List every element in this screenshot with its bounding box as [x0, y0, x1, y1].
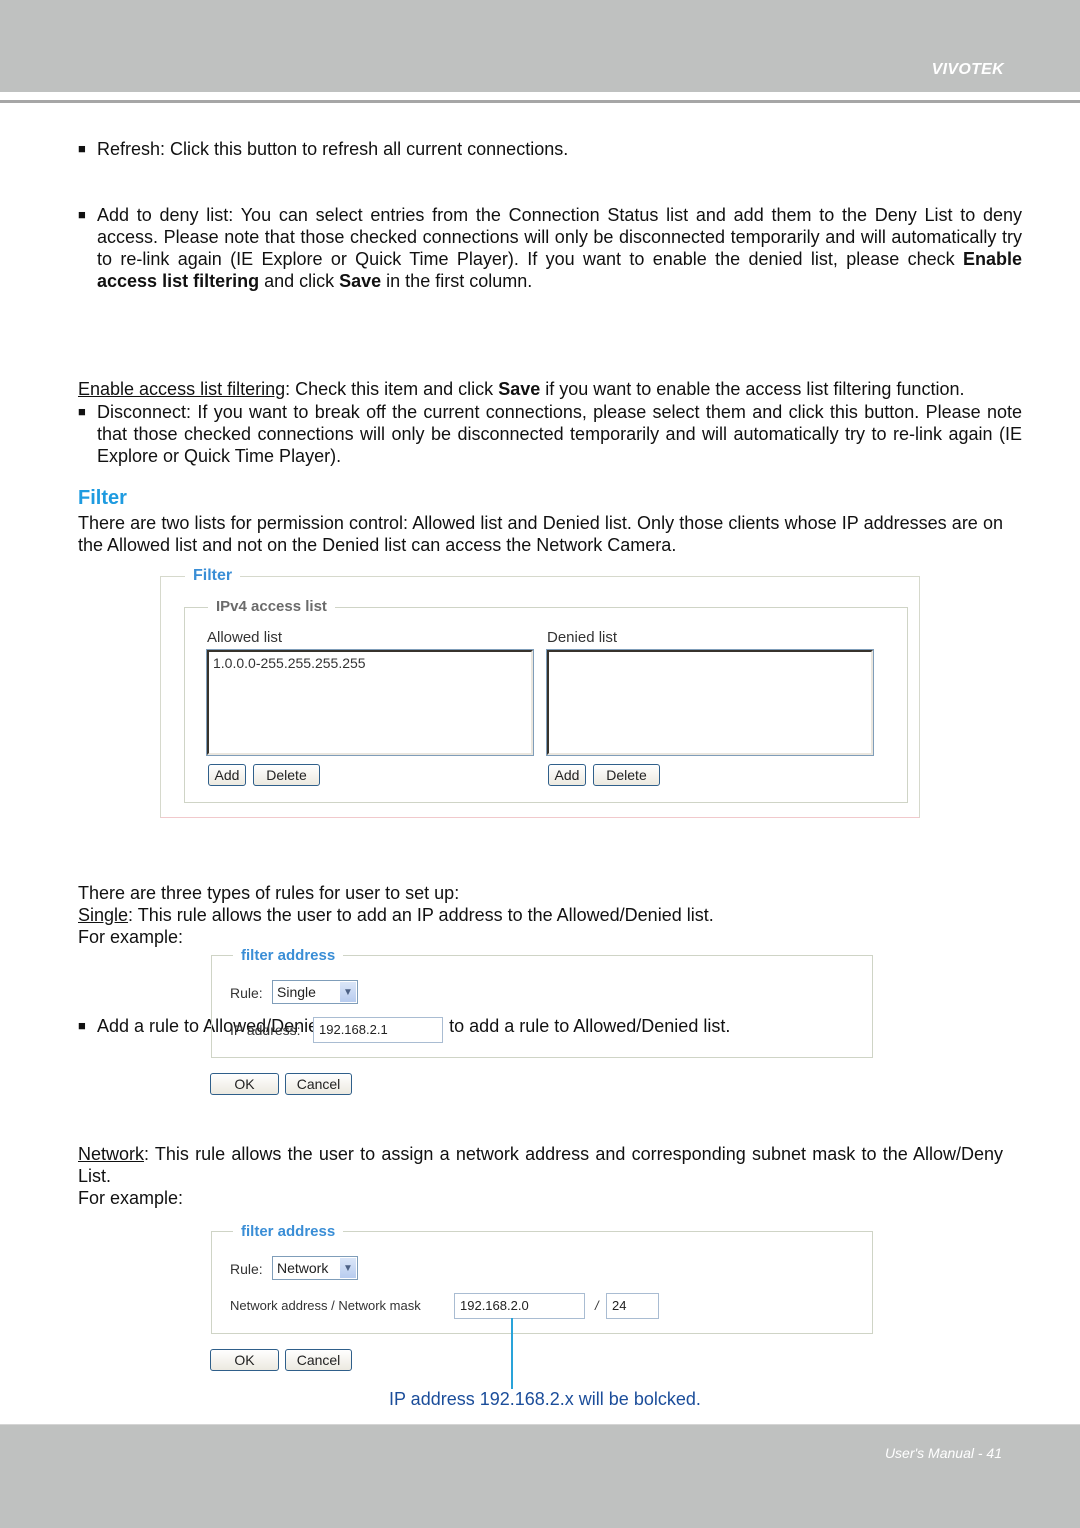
bullet-text: Refresh: Click this button to refresh al… — [97, 139, 569, 159]
cancel-button[interactable]: Cancel — [285, 1349, 352, 1371]
network-address-label: Network address / Network mask — [230, 1298, 421, 1313]
single-filter-fieldset — [211, 955, 873, 1058]
paragraph-text: : This rule allows the user to assign a … — [78, 1144, 1003, 1186]
single-filter-legend: filter address — [233, 947, 344, 964]
denied-listbox[interactable] — [546, 649, 874, 756]
bullet-text: and click — [259, 271, 340, 291]
cancel-button[interactable]: Cancel — [285, 1073, 352, 1095]
allowed-list-label: Allowed list — [207, 629, 283, 646]
single-rule-description: Single: This rule allows the user to add… — [78, 904, 1003, 926]
ipv4-legend: IPv4 access list — [208, 598, 335, 615]
allowed-listbox[interactable]: 1.0.0.0-255.255.255.255 — [206, 649, 534, 756]
filter-legend: Filter — [185, 567, 241, 585]
ip-address-input[interactable]: 192.168.2.1 — [313, 1017, 443, 1043]
rule-select[interactable]: Single ▼ — [272, 980, 358, 1004]
network-filter-legend: filter address — [233, 1223, 344, 1240]
paragraph-text: : This rule allows the user to add an IP… — [128, 905, 714, 925]
bullet-square-icon: ■ — [78, 404, 86, 419]
ok-button[interactable]: OK — [210, 1073, 279, 1095]
network-example-label: For example: — [78, 1188, 184, 1208]
bullet-square-icon: ■ — [78, 207, 86, 222]
bullet-disconnect: ■ Disconnect: If you want to break off th… — [78, 401, 1022, 467]
underlined-term: Single — [78, 905, 129, 925]
ip-address-label: IP address: — [230, 1022, 301, 1038]
denied-add-button[interactable]: Add — [548, 764, 586, 786]
paragraph-text: : Check this item and click — [285, 379, 499, 399]
bullet-text: Add to deny list: You can select entries… — [97, 205, 1022, 269]
single-example-label: For example: — [78, 927, 184, 947]
denied-delete-button[interactable]: Delete — [593, 764, 660, 786]
bullet-add-to-deny: ■ Add to deny list: You can select entrie… — [78, 204, 1022, 292]
ok-button[interactable]: OK — [210, 1349, 279, 1371]
bullet-square-icon: ■ — [78, 141, 86, 156]
allowed-add-button[interactable]: Add — [208, 764, 246, 786]
bullet-text: in the first column. — [381, 271, 533, 291]
bullet-text: Disconnect: If you want to break off the… — [97, 402, 1022, 466]
rule-select-value: Network — [277, 1260, 329, 1276]
network-rule-description: Network: This rule allows the user to as… — [78, 1143, 1003, 1187]
rule-label: Rule: — [230, 1261, 263, 1277]
callout-line — [511, 1318, 513, 1389]
page-footer: User's Manual - 41 — [0, 1424, 1080, 1528]
rule-select-value: Single — [277, 984, 316, 1000]
rule-label: Rule: — [230, 985, 263, 1001]
bullet-refresh: ■ Refresh: Click this button to refresh a… — [78, 138, 1022, 160]
paragraph-text: if you want to enable the access list fi… — [540, 379, 965, 399]
network-address-input[interactable]: 192.168.2.0 — [454, 1293, 585, 1319]
rule-select[interactable]: Network ▼ — [272, 1256, 358, 1280]
bullet-square-icon: ■ — [78, 1018, 86, 1033]
brand-logo: VIVOTEK — [931, 61, 1004, 78]
slash-separator: / — [595, 1298, 599, 1313]
filter-intro: There are two lists for permission contr… — [78, 513, 1003, 555]
page-header: VIVOTEK — [0, 0, 1080, 92]
chevron-down-icon[interactable]: ▼ — [340, 1258, 356, 1278]
section-title-filter: Filter — [78, 487, 127, 509]
bold-term: Save — [339, 271, 382, 291]
rules-intro: There are three types of rules for user … — [78, 883, 460, 903]
underlined-term: Enable access list filtering — [78, 379, 286, 399]
chevron-down-icon[interactable]: ▼ — [340, 982, 356, 1002]
network-mask-input[interactable]: 24 — [606, 1293, 659, 1319]
header-divider — [0, 100, 1080, 103]
underlined-term: Network — [78, 1144, 145, 1164]
allowed-list-entry[interactable]: 1.0.0.0-255.255.255.255 — [213, 655, 527, 671]
denied-list-label: Denied list — [547, 629, 618, 646]
callout-text: IP address 192.168.2.x will be bolcked. — [389, 1389, 701, 1409]
page-number: User's Manual - 41 — [884, 1445, 1002, 1461]
enable-filtering-paragraph: Enable access list filtering: Check this… — [78, 378, 1003, 400]
bold-term: Save — [498, 379, 541, 399]
allowed-delete-button[interactable]: Delete — [253, 764, 320, 786]
